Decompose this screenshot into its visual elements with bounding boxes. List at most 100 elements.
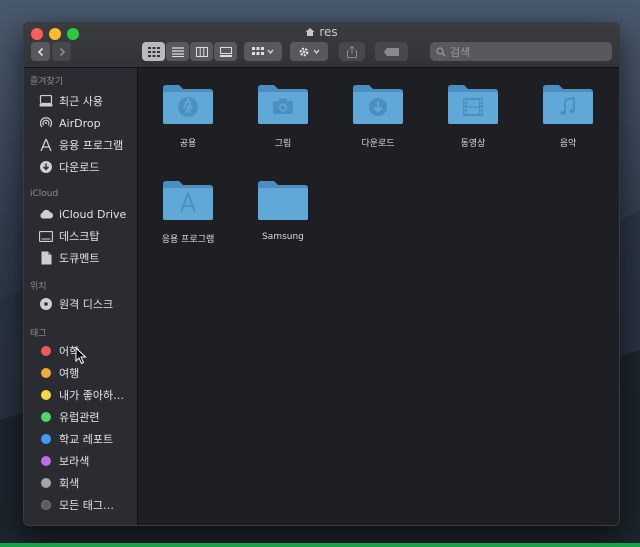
sidebar-item-airdrop[interactable]: AirDrop xyxy=(38,114,101,132)
title-bar: res 검색 xyxy=(24,23,619,68)
search-field[interactable]: 검색 xyxy=(430,42,612,61)
grid-icon xyxy=(147,46,160,57)
gear-icon xyxy=(299,47,320,56)
tag-color-dot xyxy=(41,368,51,378)
group-by-button[interactable] xyxy=(244,42,282,61)
folder-icon xyxy=(448,85,498,124)
folder-label: 응용 프로그램 xyxy=(161,235,215,245)
folder-samsung[interactable]: Samsung xyxy=(238,178,328,242)
tag-color-dot xyxy=(41,412,51,422)
window-title-text: res xyxy=(319,25,338,39)
sidebar-tag-blue[interactable]: 학교 레포트 xyxy=(38,430,113,448)
folder-label: 다운로드 xyxy=(361,139,395,149)
folder-public[interactable]: 공용 xyxy=(143,82,233,149)
folder-label: 그림 xyxy=(274,139,292,149)
sidebar-tag-green[interactable]: 유럽관련 xyxy=(38,408,99,426)
window-title: res xyxy=(24,25,619,40)
share-icon xyxy=(347,45,357,58)
sidebar-item-icloud-drive[interactable]: iCloud Drive xyxy=(38,205,126,223)
folder-label: 공용 xyxy=(179,139,197,149)
download-icon xyxy=(369,98,387,116)
action-menu-button[interactable] xyxy=(290,42,328,61)
sidebar-tag-gray[interactable]: 회색 xyxy=(38,474,79,492)
sidebar-tag-purple[interactable]: 보라색 xyxy=(38,452,89,470)
sidebar: 즐겨찾기 최근 사용 AirDrop 응용 프로그램 다운로드 iCloud i… xyxy=(24,68,138,525)
film-icon xyxy=(463,98,483,116)
edit-tags-button[interactable] xyxy=(375,42,408,61)
home-folder-icon xyxy=(305,26,315,40)
sidebar-item-documents[interactable]: 도큐멘트 xyxy=(38,249,99,267)
tag-color-dot xyxy=(41,346,51,356)
file-browser: 공용 그림 다운로드 동영상 음악 응용 프로그램 Samsung xyxy=(138,68,619,525)
gallery-view-button[interactable] xyxy=(214,42,237,61)
sidebar-item-label: 회색 xyxy=(59,477,80,490)
finder-window: res 검색 즐겨찾기 최근 사용 AirDrop 응용 프로그램 다운로드 i… xyxy=(23,22,620,526)
sidebar-item-label: 원격 디스크 xyxy=(59,298,114,311)
sidebar-item-label: iCloud Drive xyxy=(59,207,127,221)
sidebar-item-label: 응용 프로그램 xyxy=(59,139,124,152)
chevron-right-icon xyxy=(59,47,65,56)
sidebar-item-downloads[interactable]: 다운로드 xyxy=(38,158,99,176)
sidebar-tag-red[interactable]: 어학 xyxy=(38,342,79,360)
cloud-icon xyxy=(38,206,54,222)
all-tags-icon xyxy=(41,500,51,510)
icon-view-button[interactable] xyxy=(142,42,165,61)
sidebar-item-desktop[interactable]: 데스크탑 xyxy=(38,227,99,245)
sidebar-item-label: AirDrop xyxy=(59,116,101,130)
back-button[interactable] xyxy=(31,42,50,61)
folder-music[interactable]: 음악 xyxy=(523,82,613,149)
folder-label: 음악 xyxy=(559,139,577,149)
sidebar-item-label: 다운로드 xyxy=(59,161,100,174)
sidebar-item-label: 모든 태그… xyxy=(59,499,114,512)
sidebar-section-icloud: iCloud xyxy=(30,189,59,199)
folder-icon xyxy=(543,85,593,124)
list-view-button[interactable] xyxy=(166,42,189,61)
sidebar-item-label: 도큐멘트 xyxy=(59,252,100,265)
public-icon xyxy=(178,97,198,117)
sidebar-item-label: 보라색 xyxy=(59,455,90,468)
sidebar-item-remote-disc[interactable]: 원격 디스크 xyxy=(38,295,113,313)
share-button[interactable] xyxy=(339,42,365,61)
disc-icon xyxy=(38,296,54,312)
sidebar-item-label: 최근 사용 xyxy=(59,95,103,108)
folder-icon xyxy=(163,85,213,124)
tag-icon xyxy=(383,47,399,56)
column-view-button[interactable] xyxy=(190,42,213,61)
folder-pictures[interactable]: 그림 xyxy=(238,82,328,149)
sidebar-item-label: 데스크탑 xyxy=(59,230,100,243)
sidebar-section-favorites: 즐겨찾기 xyxy=(30,77,64,87)
sidebar-item-label: 유럽관련 xyxy=(59,411,100,424)
recents-icon xyxy=(38,93,54,109)
sidebar-all-tags[interactable]: 모든 태그… xyxy=(38,496,114,514)
columns-icon xyxy=(195,46,208,57)
chevron-left-icon xyxy=(37,47,43,56)
downloads-icon xyxy=(38,159,54,175)
tag-color-dot xyxy=(41,456,51,466)
tag-color-dot xyxy=(41,434,51,444)
folder-icon xyxy=(258,181,308,220)
tag-color-dot xyxy=(41,390,51,400)
folder-applications[interactable]: 응용 프로그램 xyxy=(143,178,233,245)
bottom-status-strip xyxy=(0,543,640,547)
search-icon xyxy=(436,46,446,57)
folder-label: 동영상 xyxy=(460,139,486,149)
sidebar-item-applications[interactable]: 응용 프로그램 xyxy=(38,136,123,154)
document-icon xyxy=(38,250,54,266)
sidebar-tag-orange[interactable]: 여행 xyxy=(38,364,79,382)
sidebar-tag-yellow[interactable]: 내가 좋아하… xyxy=(38,386,124,404)
gallery-icon xyxy=(219,46,232,57)
applications-icon xyxy=(38,137,54,153)
sidebar-item-recents[interactable]: 최근 사용 xyxy=(38,92,103,110)
folder-icon xyxy=(163,181,213,220)
tag-color-dot xyxy=(41,478,51,488)
folder-movies[interactable]: 동영상 xyxy=(428,82,518,149)
desktop-icon xyxy=(38,228,54,244)
search-placeholder: 검색 xyxy=(450,45,471,59)
sidebar-section-locations: 위치 xyxy=(30,282,47,292)
airdrop-icon xyxy=(38,115,54,131)
folder-downloads[interactable]: 다운로드 xyxy=(333,82,423,149)
sidebar-section-tags: 태그 xyxy=(30,329,47,339)
folder-label: Samsung xyxy=(262,232,304,242)
group-icon xyxy=(252,46,274,55)
forward-button[interactable] xyxy=(52,42,71,61)
